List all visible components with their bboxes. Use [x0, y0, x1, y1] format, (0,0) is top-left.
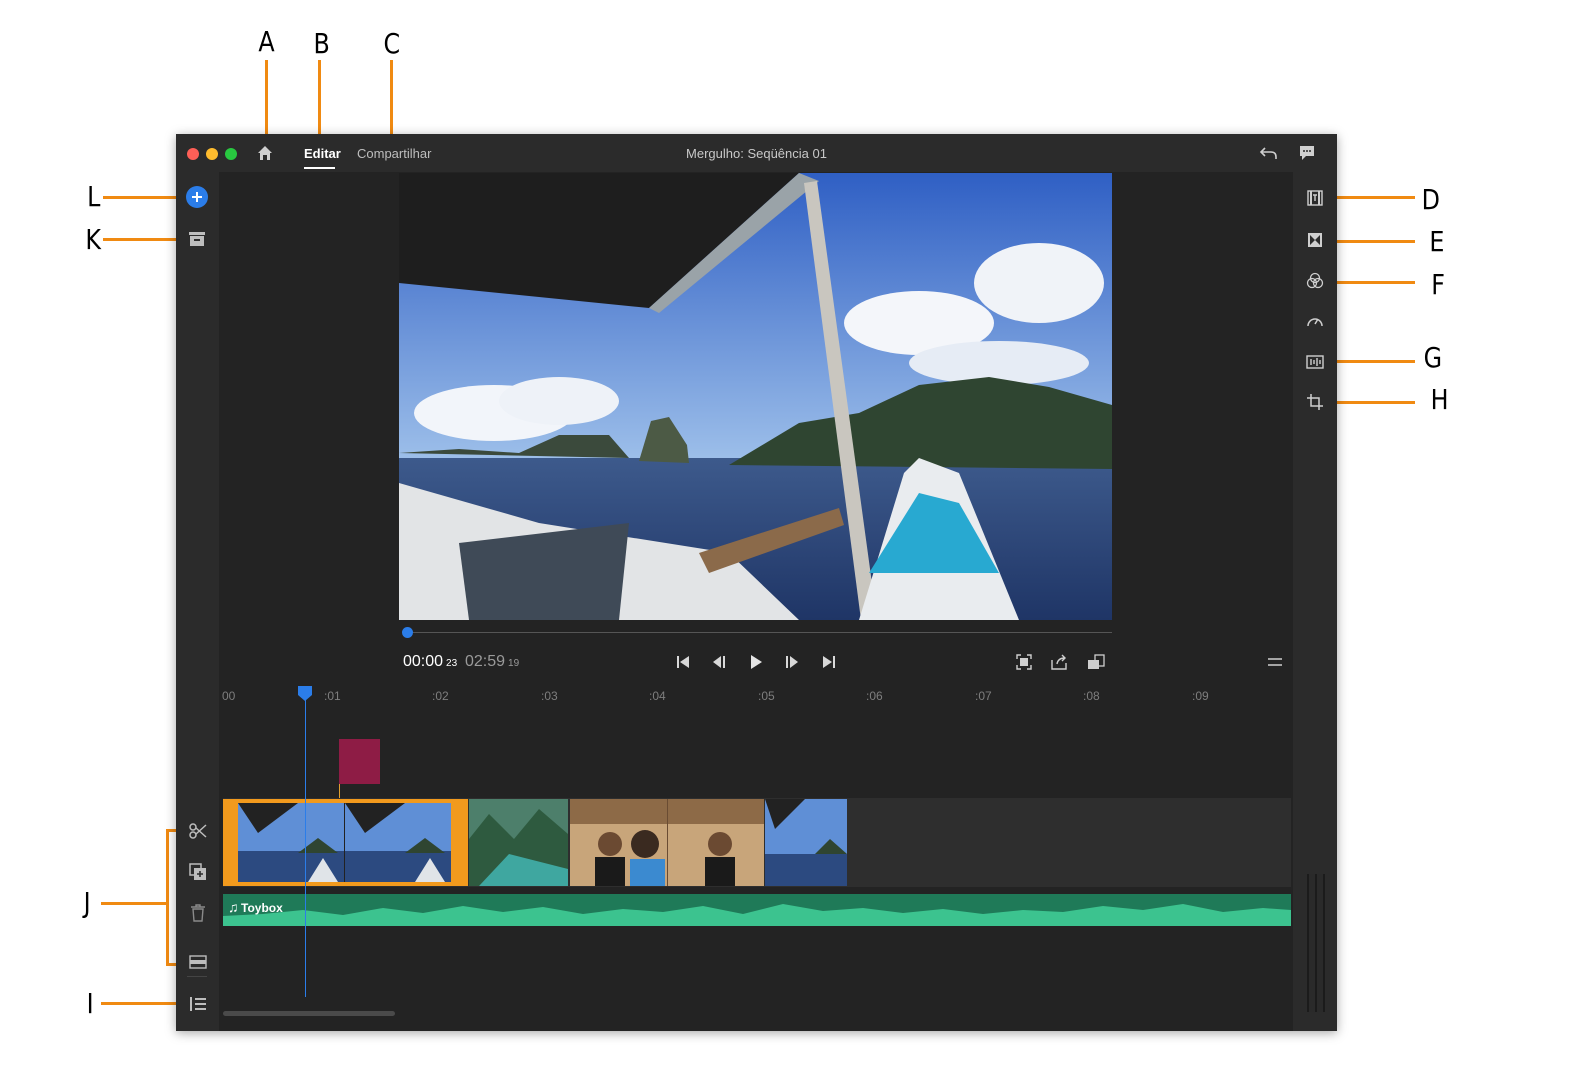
current-frames: 23 [446, 658, 458, 669]
callout-f: F [1431, 268, 1445, 301]
callout-i: I [86, 987, 94, 1020]
callout-j-line [101, 902, 168, 905]
callout-g: G [1423, 341, 1443, 374]
add-media-icon[interactable] [186, 186, 208, 208]
track-icon[interactable] [187, 951, 209, 973]
ruler-tick: :03 [541, 689, 558, 703]
callout-a: A [258, 25, 275, 58]
ruler-tick: :07 [975, 689, 992, 703]
video-preview[interactable] [399, 173, 1112, 620]
callout-b-line [318, 60, 321, 145]
callout-e: E [1429, 225, 1445, 258]
current-timecode: 00:00 23 [403, 653, 458, 670]
music-note-icon: ♫ [228, 899, 239, 915]
transform-crop-icon[interactable] [1304, 391, 1326, 413]
scrub-track[interactable] [404, 632, 1112, 633]
callout-i-line [101, 1002, 185, 1005]
duration-frames: 19 [508, 658, 520, 669]
duration-timecode: 02:59 19 [465, 653, 520, 670]
speed-icon[interactable] [1304, 310, 1326, 332]
callout-l-line [103, 196, 187, 199]
callout-j: J [83, 886, 91, 919]
callout-e-line [1330, 240, 1415, 243]
callout-f-line [1330, 281, 1415, 284]
video-clip-selected[interactable] [223, 799, 468, 886]
callout-k: K [85, 223, 101, 256]
callout-b: B [313, 27, 330, 60]
step-forward-icon[interactable] [782, 652, 802, 672]
ruler-tick: :02 [432, 689, 449, 703]
ruler-tick: :06 [866, 689, 883, 703]
callout-a-line [265, 60, 268, 136]
video-clip[interactable] [570, 799, 764, 886]
ruler-tick: :08 [1083, 689, 1100, 703]
menu-icon[interactable] [1265, 652, 1285, 672]
undo-icon[interactable] [1259, 144, 1279, 162]
ruler-tick: :05 [758, 689, 775, 703]
audio-meter [1307, 874, 1325, 1012]
transitions-icon[interactable] [1304, 229, 1326, 251]
delete-icon[interactable] [187, 902, 209, 924]
split-clip-icon[interactable] [187, 820, 209, 842]
video-clip[interactable] [765, 799, 847, 886]
go-to-start-icon[interactable] [673, 652, 693, 672]
video-clip[interactable] [469, 799, 568, 886]
clip-thumbnail [238, 803, 451, 882]
ruler-tick: :09 [1192, 689, 1209, 703]
scrub-handle[interactable] [402, 627, 413, 638]
document-title: Mergulho: Seqüência 01 [686, 146, 827, 161]
project-panel-icon[interactable] [186, 228, 208, 250]
aspect-icon[interactable] [1086, 652, 1106, 672]
audio-clip[interactable]: ♫ Toybox [223, 894, 1291, 926]
title-bar: Editar Compartilhar Mergulho: Seqüência … [176, 134, 1337, 172]
playhead-line [305, 700, 306, 997]
audio-clip-label: Toybox [241, 901, 283, 915]
callout-h: H [1430, 383, 1449, 416]
playhead-handle[interactable] [298, 686, 312, 701]
ruler-tick: :01 [324, 689, 341, 703]
tab-edit-underline [304, 167, 335, 169]
go-to-end-icon[interactable] [819, 652, 839, 672]
color-icon[interactable] [1304, 270, 1326, 292]
callout-k-line [103, 238, 187, 241]
callout-d: D [1421, 183, 1440, 216]
audio-icon[interactable] [1304, 351, 1326, 373]
track-list-icon[interactable] [187, 993, 209, 1015]
app-window: Editar Compartilhar Mergulho: Seqüência … [176, 134, 1337, 1031]
left-toolbar [176, 172, 219, 1031]
fit-icon[interactable] [1014, 652, 1034, 672]
callout-c-line [390, 60, 393, 145]
toolbar-divider [187, 976, 207, 977]
timeline-scrollbar[interactable] [223, 1011, 395, 1016]
callout-l: L [87, 180, 101, 213]
title-clip[interactable] [339, 739, 380, 784]
callout-c: C [383, 27, 401, 60]
callout-j-bracket [166, 829, 169, 965]
callout-g-line [1330, 360, 1415, 363]
export-frame-icon[interactable] [1050, 652, 1070, 672]
ruler-tick: :04 [649, 689, 666, 703]
titles-icon[interactable] [1304, 187, 1326, 209]
duplicate-icon[interactable] [187, 861, 209, 883]
callout-h-line [1330, 401, 1415, 404]
play-icon[interactable] [746, 652, 766, 672]
ruler-tick: 00 [222, 689, 236, 703]
callout-d-line [1330, 196, 1415, 199]
step-back-icon[interactable] [709, 652, 729, 672]
feedback-icon[interactable] [1298, 144, 1316, 162]
